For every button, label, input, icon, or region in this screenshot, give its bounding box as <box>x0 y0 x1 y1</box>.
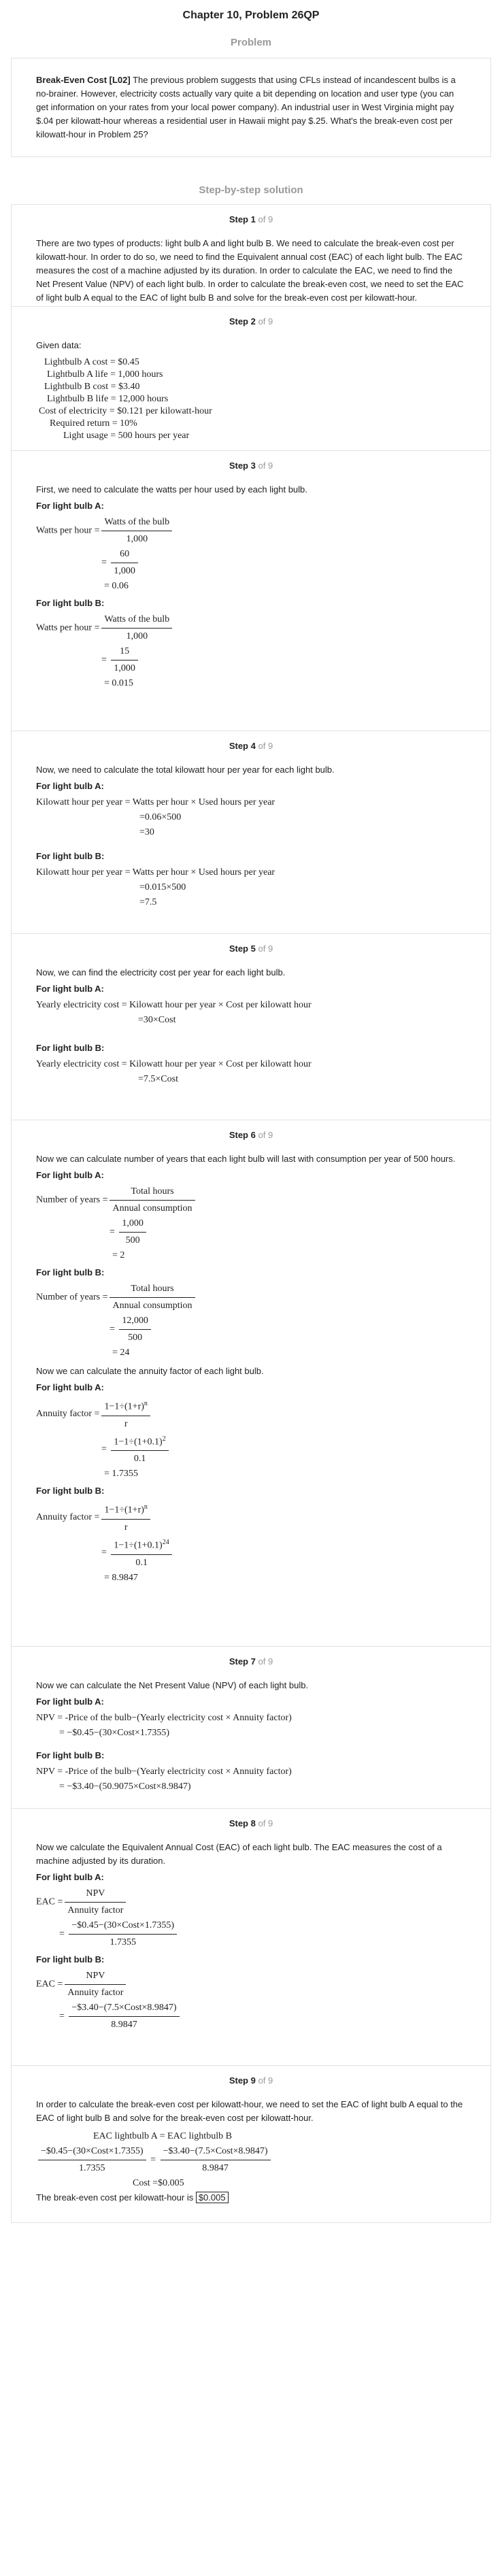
step-text: Now we can calculate the Net Present Val… <box>36 1680 309 1690</box>
step-6: Step 6 of 9 Now we can calculate number … <box>11 1120 491 1646</box>
step-header: Step 5 of 9 <box>229 943 273 954</box>
step-header: Step 3 of 9 <box>229 461 273 471</box>
yearly-cost-b: Yearly electricity cost = Kilowatt hour … <box>36 1059 312 1084</box>
bulb-b-label: For light bulb B: <box>36 598 105 608</box>
years-formula-a: Number of years = Total hours Annual consu… <box>36 1184 466 1263</box>
step-text: Now we calculate the Equivalent Annual C… <box>36 1842 442 1866</box>
step-text: Now, we can find the electricity cost pe… <box>36 967 286 977</box>
step-7: Step 7 of 9 Now we can calculate the Net… <box>11 1646 491 1808</box>
step-header: Step 1 of 9 <box>229 214 273 224</box>
bulb-b-label: For light bulb B: <box>36 851 105 861</box>
page-title: Chapter 10, Problem 26QP <box>182 10 320 21</box>
given-intro: Given data: <box>36 340 82 350</box>
step-text: First, we need to calculate the watts pe… <box>36 484 307 495</box>
step-header: Step 2 of 9 <box>229 316 273 327</box>
bulb-a-label: For light bulb A: <box>36 1872 104 1882</box>
years-formula-b: Number of years = Total hours Annual consu… <box>36 1282 466 1360</box>
problem-statement: Break-Even Cost [L02] The previous probl… <box>11 58 491 157</box>
step-header: Step 6 of 9 <box>229 1130 273 1140</box>
problem-lead: Break-Even Cost [L02] <box>36 75 131 85</box>
bulb-b-label: For light bulb B: <box>36 1954 105 1964</box>
step-header: Step 9 of 9 <box>229 2075 273 2086</box>
kwh-formula-b: Kilowatt hour per year = Watts per hour … <box>36 867 275 907</box>
answer-line: The break-even cost per kilowatt-hour is… <box>36 2191 466 2205</box>
step-1: Step 1 of 9 There are two types of produ… <box>11 204 491 306</box>
watts-formula-b: Watts per hour = Watts of the bulb 1,000 =… <box>36 612 466 691</box>
npv-formula-a: NPV = -Price of the bulb−(Yearly electri… <box>36 1713 292 1738</box>
given-row: Lightbulb A life = 1,000 hours <box>47 369 163 380</box>
problem-section-title: Problem <box>230 37 271 48</box>
step-3: Step 3 of 9 First, we need to calculate … <box>11 450 491 731</box>
bulb-b-label: For light bulb B: <box>36 1267 105 1277</box>
bulb-a-label: For light bulb A: <box>36 1382 104 1392</box>
step-header: Step 7 of 9 <box>229 1656 273 1667</box>
kwh-formula-a: Kilowatt hour per year = Watts per hour … <box>36 797 275 837</box>
watts-formula-a: Watts per hour = Watts of the bulb 1,000 =… <box>36 515 466 594</box>
given-row: Lightbulb B cost = $3.40 <box>44 382 140 392</box>
bulb-a-label: For light bulb A: <box>36 501 104 511</box>
bulb-a-label: For light bulb A: <box>36 1696 104 1707</box>
step-header: Step 4 of 9 <box>229 741 273 751</box>
bulb-b-label: For light bulb B: <box>36 1750 105 1760</box>
eac-formula-b: EAC = NPV Annuity factor = −$3.40−(7.5×Cos… <box>36 1969 466 2033</box>
step-text: Now we can calculate number of years tha… <box>36 1154 456 1164</box>
annuity-factor-a: Annuity factor = 1−1÷(1+r)n r = 1−1÷(1+0.1… <box>36 1396 466 1482</box>
step-text: Now, we need to calculate the total kilo… <box>36 765 335 775</box>
step-2: Step 2 of 9 Given data: Lightbulb A cost… <box>11 306 491 450</box>
given-row: Lightbulb B life = 12,000 hours <box>47 394 169 404</box>
step-9: Step 9 of 9 In order to calculate the br… <box>11 2065 491 2223</box>
bulb-b-label: For light bulb B: <box>36 1486 105 1496</box>
annuity-factor-b: Annuity factor = 1−1÷(1+r)n r = 1−1÷(1+0.1… <box>36 1500 466 1585</box>
step-text: There are two types of products: light b… <box>36 238 464 303</box>
step-header: Step 8 of 9 <box>229 1818 273 1828</box>
bulb-a-label: For light bulb A: <box>36 1170 104 1180</box>
breakeven-equation: EAC lightbulb A = EAC lightbulb B −$0.45… <box>36 2129 466 2191</box>
given-row: Cost of electricity = $0.121 per kilowat… <box>39 406 212 416</box>
given-row: Lightbulb A cost = $0.45 <box>44 357 139 367</box>
step-4: Step 4 of 9 Now, we need to calculate th… <box>11 731 491 933</box>
given-row: Light usage = 500 hours per year <box>63 431 190 441</box>
given-data: Lightbulb A cost = $0.45 Lightbulb A lif… <box>36 356 466 442</box>
step-5: Step 5 of 9 Now, we can find the electri… <box>11 933 491 1120</box>
yearly-cost-a: Yearly electricity cost = Kilowatt hour … <box>36 1000 312 1025</box>
step-text: Now we can calculate the annuity factor … <box>36 1366 264 1376</box>
bulb-a-label: For light bulb A: <box>36 781 104 791</box>
eac-formula-a: EAC = NPV Annuity factor = −$0.45−(30×Cost… <box>36 1886 466 1950</box>
given-row: Required return = 10% <box>50 418 137 429</box>
solution-section-title: Step-by-step solution <box>199 184 303 196</box>
step-8: Step 8 of 9 Now we calculate the Equival… <box>11 1808 491 2065</box>
npv-formula-b: NPV = -Price of the bulb−(Yearly electri… <box>36 1767 292 1792</box>
bulb-b-label: For light bulb B: <box>36 1043 105 1053</box>
answer-value: $0.005 <box>195 2192 229 2203</box>
solution-steps: Step 1 of 9 There are two types of produ… <box>0 204 502 2223</box>
bulb-a-label: For light bulb A: <box>36 984 104 994</box>
step-text: In order to calculate the break-even cos… <box>36 2099 463 2123</box>
